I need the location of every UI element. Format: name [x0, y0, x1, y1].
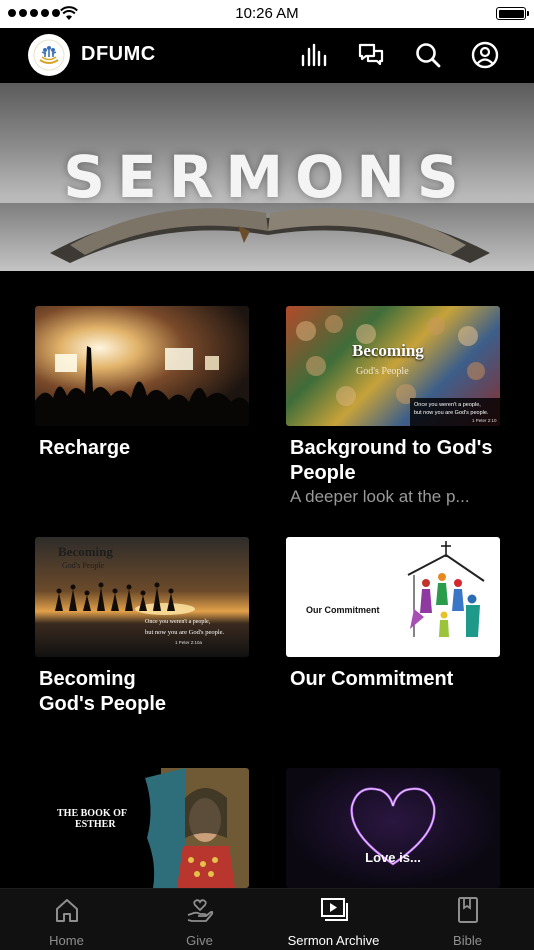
bible-icon: [401, 895, 534, 925]
thumb-verse-line1: Once you weren't a people,: [414, 402, 481, 408]
card-title: Recharge: [39, 437, 131, 459]
nav-item-bible[interactable]: Bible: [401, 895, 534, 948]
nav-label: Home: [49, 933, 84, 948]
account-icon[interactable]: [470, 40, 500, 70]
hero-title: SERMONS: [63, 143, 471, 211]
chat-icon[interactable]: [356, 40, 386, 70]
status-bar: 10:26 AM: [0, 0, 534, 28]
thumb-esther-text: ESTHER: [75, 819, 116, 830]
church-logo[interactable]: [28, 34, 70, 76]
sermon-thumbnail: Our Commitment: [286, 537, 500, 657]
card-title: Becoming God's People: [39, 668, 167, 715]
sermon-thumbnail: [35, 306, 249, 426]
app-header: DFUMC: [0, 28, 534, 83]
nav-item-sermon-archive[interactable]: Sermon Archive: [267, 895, 400, 948]
nav-label: Give: [186, 933, 213, 948]
thumb-love-is-text: Love is...: [365, 850, 421, 865]
sermon-thumbnail: Love is...: [286, 768, 500, 888]
search-icon[interactable]: [413, 40, 443, 70]
sermon-card-esther[interactable]: THE BOOK OF ESTHER: [35, 768, 249, 898]
status-time: 10:26 AM: [235, 5, 299, 22]
sermon-card-love-is[interactable]: Love is...: [286, 768, 500, 898]
sermon-card-our-commitment[interactable]: Our Commitment Our Commitment: [286, 537, 500, 692]
card-title: Background to God's People: [290, 437, 493, 484]
thumb-becoming-text: Becoming: [58, 544, 113, 559]
equalizer-icon[interactable]: [299, 40, 329, 70]
sermon-card-becoming-gods-people[interactable]: Becoming God's People Once you weren't a…: [35, 537, 249, 717]
thumb-verse-line1: Once you weren't a people,: [145, 619, 211, 625]
thumb-book-of-text: THE BOOK OF: [57, 808, 128, 819]
bottom-nav: Home Give Sermon Archive Bible: [0, 888, 534, 950]
card-subtitle: A deeper look at the p...: [290, 487, 470, 506]
logo-icon: [33, 39, 65, 71]
nav-label: Bible: [453, 933, 482, 948]
nav-item-give[interactable]: Give: [133, 895, 266, 948]
battery-icon: [496, 7, 529, 20]
sermon-archive-icon: [267, 895, 400, 925]
nav-item-home[interactable]: Home: [0, 895, 133, 948]
thumb-verse-line2: but now you are God's people.: [145, 629, 225, 636]
sermon-card-recharge[interactable]: Recharge: [35, 306, 249, 461]
app-title: DFUMC: [81, 43, 156, 65]
sermons-hero-banner[interactable]: SERMONS: [0, 83, 534, 271]
thumb-verse-ref: 1 Peter 2:10: [472, 418, 497, 423]
sermon-thumbnail: THE BOOK OF ESTHER: [35, 768, 249, 888]
thumb-gods-people-text: God's People: [62, 561, 105, 570]
thumb-gods-people-text: God's People: [356, 366, 409, 377]
thumb-verse-line2: but now you are God's people.: [414, 410, 489, 416]
give-icon: [133, 895, 266, 925]
home-icon: [0, 895, 133, 925]
sermon-card-background-to-gods-people[interactable]: Becoming God's People Once you weren't a…: [286, 306, 500, 508]
card-title: Our Commitment: [290, 668, 454, 690]
sermon-thumbnail: Becoming God's People Once you weren't a…: [286, 306, 500, 426]
thumb-verse-ref: 1 Peter 2:10a: [175, 640, 203, 645]
nav-label: Sermon Archive: [287, 933, 380, 948]
sermon-thumbnail: Becoming God's People Once you weren't a…: [35, 537, 249, 657]
thumb-becoming-text: Becoming: [352, 341, 424, 360]
